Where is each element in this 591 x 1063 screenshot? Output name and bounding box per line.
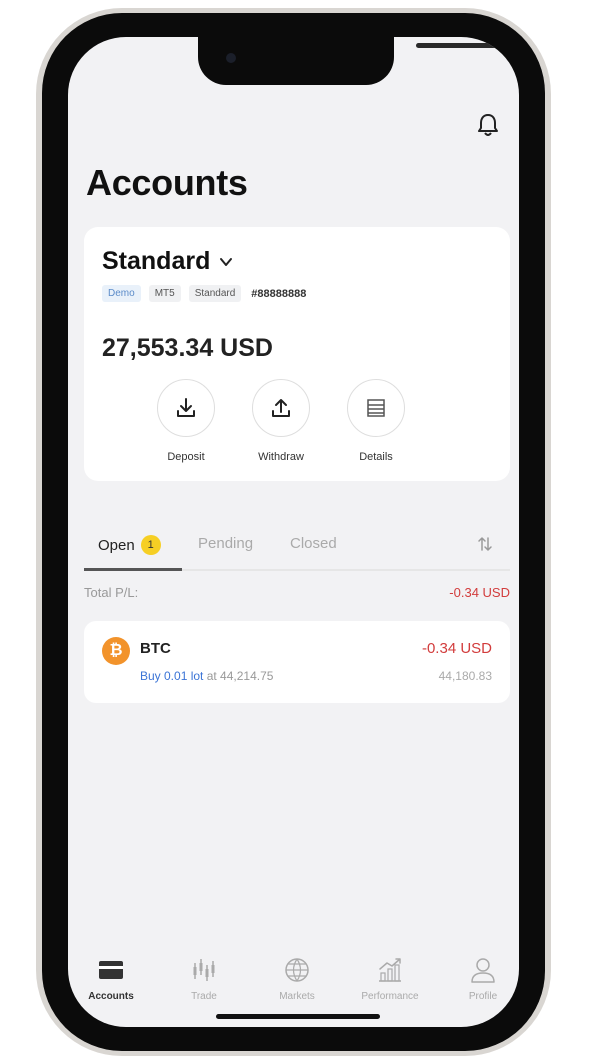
front-camera <box>226 53 236 63</box>
account-type-selector[interactable]: Standard <box>102 247 234 276</box>
details-circle <box>347 379 405 437</box>
bell-icon[interactable] <box>477 113 499 137</box>
account-type-label: Standard <box>102 247 211 275</box>
withdraw-button[interactable]: Withdraw <box>251 379 311 463</box>
deposit-button[interactable]: Deposit <box>156 379 216 463</box>
phone-frame: Accounts Standard Demo MT5 Standard #888… <box>36 8 551 1056</box>
nav-accounts-label: Accounts <box>88 991 134 1002</box>
app-screen: Accounts Standard Demo MT5 Standard #888… <box>68 37 519 1027</box>
account-actions: Deposit Withdraw Details <box>156 379 406 463</box>
nav-profile-label: Profile <box>468 991 498 1002</box>
open-count-badge: 1 <box>140 535 161 555</box>
nav-accounts[interactable]: Accounts <box>68 955 156 1002</box>
total-pl-value: -0.34 USD <box>449 585 510 600</box>
position-card[interactable]: ₿ BTC -0.34 USD Buy 0.01 lot at 44,214.7… <box>84 621 510 703</box>
home-indicator[interactable] <box>216 1014 380 1019</box>
nav-markets-label: Markets <box>279 991 315 1002</box>
position-detail: Buy 0.01 lot at 44,214.75 <box>140 669 273 683</box>
position-open-price: at 44,214.75 <box>206 669 274 683</box>
account-tags: Demo MT5 Standard #88888888 <box>102 285 306 302</box>
phone-bezel: Accounts Standard Demo MT5 Standard #888… <box>42 13 545 1051</box>
page-title: Accounts <box>86 162 248 203</box>
position-pl: -0.34 USD <box>421 640 492 657</box>
account-number: #88888888 <box>251 287 307 300</box>
user-icon <box>471 958 495 983</box>
details-button[interactable]: Details <box>346 379 406 463</box>
nav-performance[interactable]: Performance <box>345 955 435 1002</box>
tag-account-type: Standard <box>188 285 242 302</box>
tab-closed[interactable]: Closed <box>290 535 337 552</box>
positions-tabs: Open 1 Pending Closed <box>84 527 510 571</box>
chart-icon <box>379 958 401 982</box>
upload-icon <box>272 399 290 417</box>
sort-icon[interactable] <box>476 535 494 553</box>
tag-demo: Demo <box>102 285 141 302</box>
position-current-price: 44,180.83 <box>438 669 492 683</box>
chevron-down-icon <box>220 257 233 266</box>
deposit-circle <box>157 379 215 437</box>
speaker-grille <box>416 43 500 48</box>
account-card: Standard Demo MT5 Standard #88888888 27,… <box>84 227 510 481</box>
tab-open-label: Open <box>98 536 135 554</box>
download-icon <box>177 398 195 417</box>
wallet-icon <box>99 961 123 979</box>
withdraw-circle <box>252 379 310 437</box>
nav-performance-label: Performance <box>361 991 419 1002</box>
tab-pending[interactable]: Pending <box>198 535 253 552</box>
nav-profile[interactable]: Profile <box>438 955 519 1002</box>
nav-trade[interactable]: Trade <box>159 955 249 1002</box>
active-tab-indicator <box>84 568 182 571</box>
details-label: Details <box>359 451 393 463</box>
nav-trade-label: Trade <box>191 991 217 1002</box>
position-symbol: BTC <box>140 640 171 657</box>
globe-icon <box>285 958 309 982</box>
tag-platform: MT5 <box>148 285 181 302</box>
total-pl-label: Total P/L: <box>84 585 139 600</box>
total-pl-row: Total P/L: -0.34 USD <box>84 585 510 600</box>
deposit-label: Deposit <box>167 451 205 463</box>
bitcoin-icon: ₿ <box>102 637 130 665</box>
tab-open[interactable]: Open 1 <box>98 535 161 555</box>
withdraw-label: Withdraw <box>258 451 304 463</box>
list-icon <box>367 399 385 417</box>
nav-markets[interactable]: Markets <box>252 955 342 1002</box>
position-side: Buy 0.01 lot <box>140 669 204 683</box>
candlestick-icon <box>193 959 215 981</box>
account-balance: 27,553.34 USD <box>102 334 273 362</box>
